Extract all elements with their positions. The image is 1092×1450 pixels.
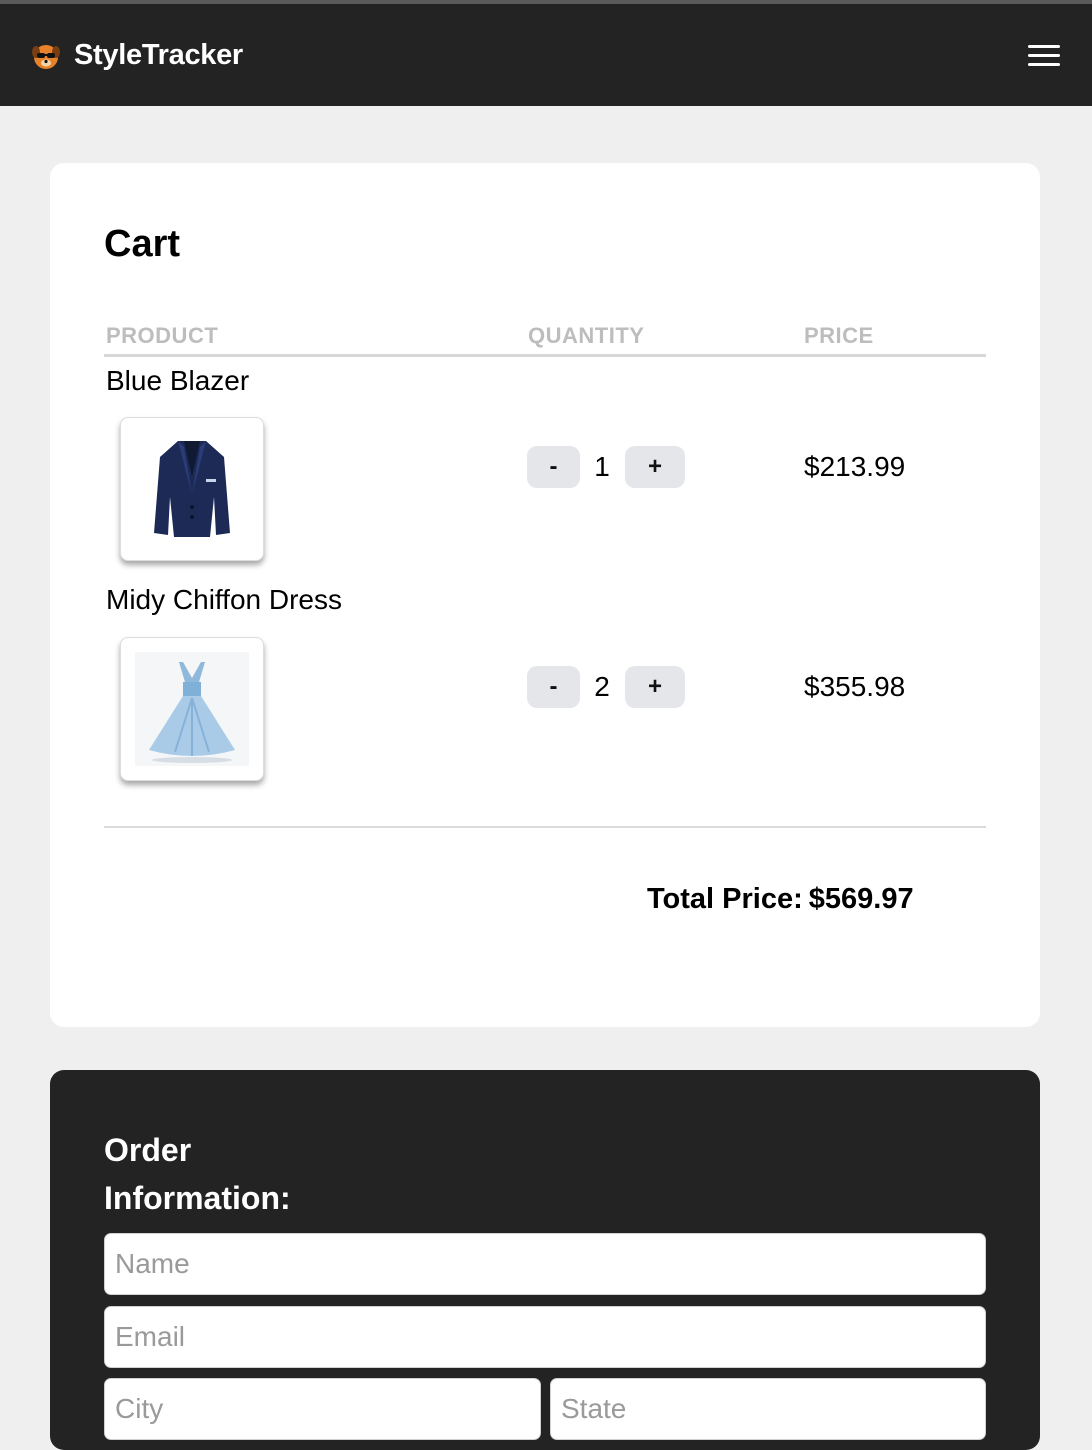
product-name: Blue Blazer (106, 365, 250, 396)
total-price: Total Price: $569.97 (647, 883, 914, 916)
product-image-blue-blazer[interactable] (120, 417, 264, 561)
state-field[interactable] (550, 1378, 986, 1440)
blue-blazer-image (154, 441, 230, 537)
decrease-quantity-button[interactable]: - (527, 666, 580, 708)
navbar: StyleTracker (0, 4, 1092, 106)
item-price: $355.98 (804, 671, 906, 702)
order-information-card: Order Information: (50, 1070, 1040, 1450)
brand-name: StyleTracker (74, 39, 243, 71)
order-title: Order Information: (104, 1132, 291, 1216)
column-header-quantity: QUANTITY (528, 323, 645, 348)
quantity-value: 2 (594, 671, 610, 702)
total-price-label: Total Price: (647, 883, 803, 915)
column-header-product: PRODUCT (106, 323, 219, 348)
sunglasses-dog-logo-icon (32, 44, 60, 69)
item-price: $213.99 (804, 451, 906, 482)
increase-quantity-button[interactable]: + (625, 666, 685, 708)
cart-divider (104, 826, 986, 828)
decrease-quantity-button[interactable]: - (527, 446, 580, 488)
name-field[interactable] (104, 1233, 986, 1295)
chiffon-dress-image (135, 652, 249, 766)
brand-link[interactable]: StyleTracker (30, 39, 243, 72)
email-field[interactable] (104, 1306, 986, 1368)
quantity-value: 1 (594, 451, 610, 482)
column-header-price: PRICE (804, 323, 874, 348)
cart-card: Cart PRODUCT QUANTITY PRICE Blue Blazer … (50, 163, 1040, 1027)
header-divider (104, 354, 986, 357)
product-name: Midy Chiffon Dress (106, 584, 343, 615)
total-price-value: $569.97 (808, 883, 914, 915)
increase-quantity-button[interactable]: + (625, 446, 685, 488)
product-image-chiffon-dress[interactable] (120, 637, 264, 781)
cart-title: Cart (104, 223, 181, 265)
hamburger-menu-icon[interactable] (1026, 42, 1062, 70)
city-field[interactable] (104, 1378, 541, 1440)
